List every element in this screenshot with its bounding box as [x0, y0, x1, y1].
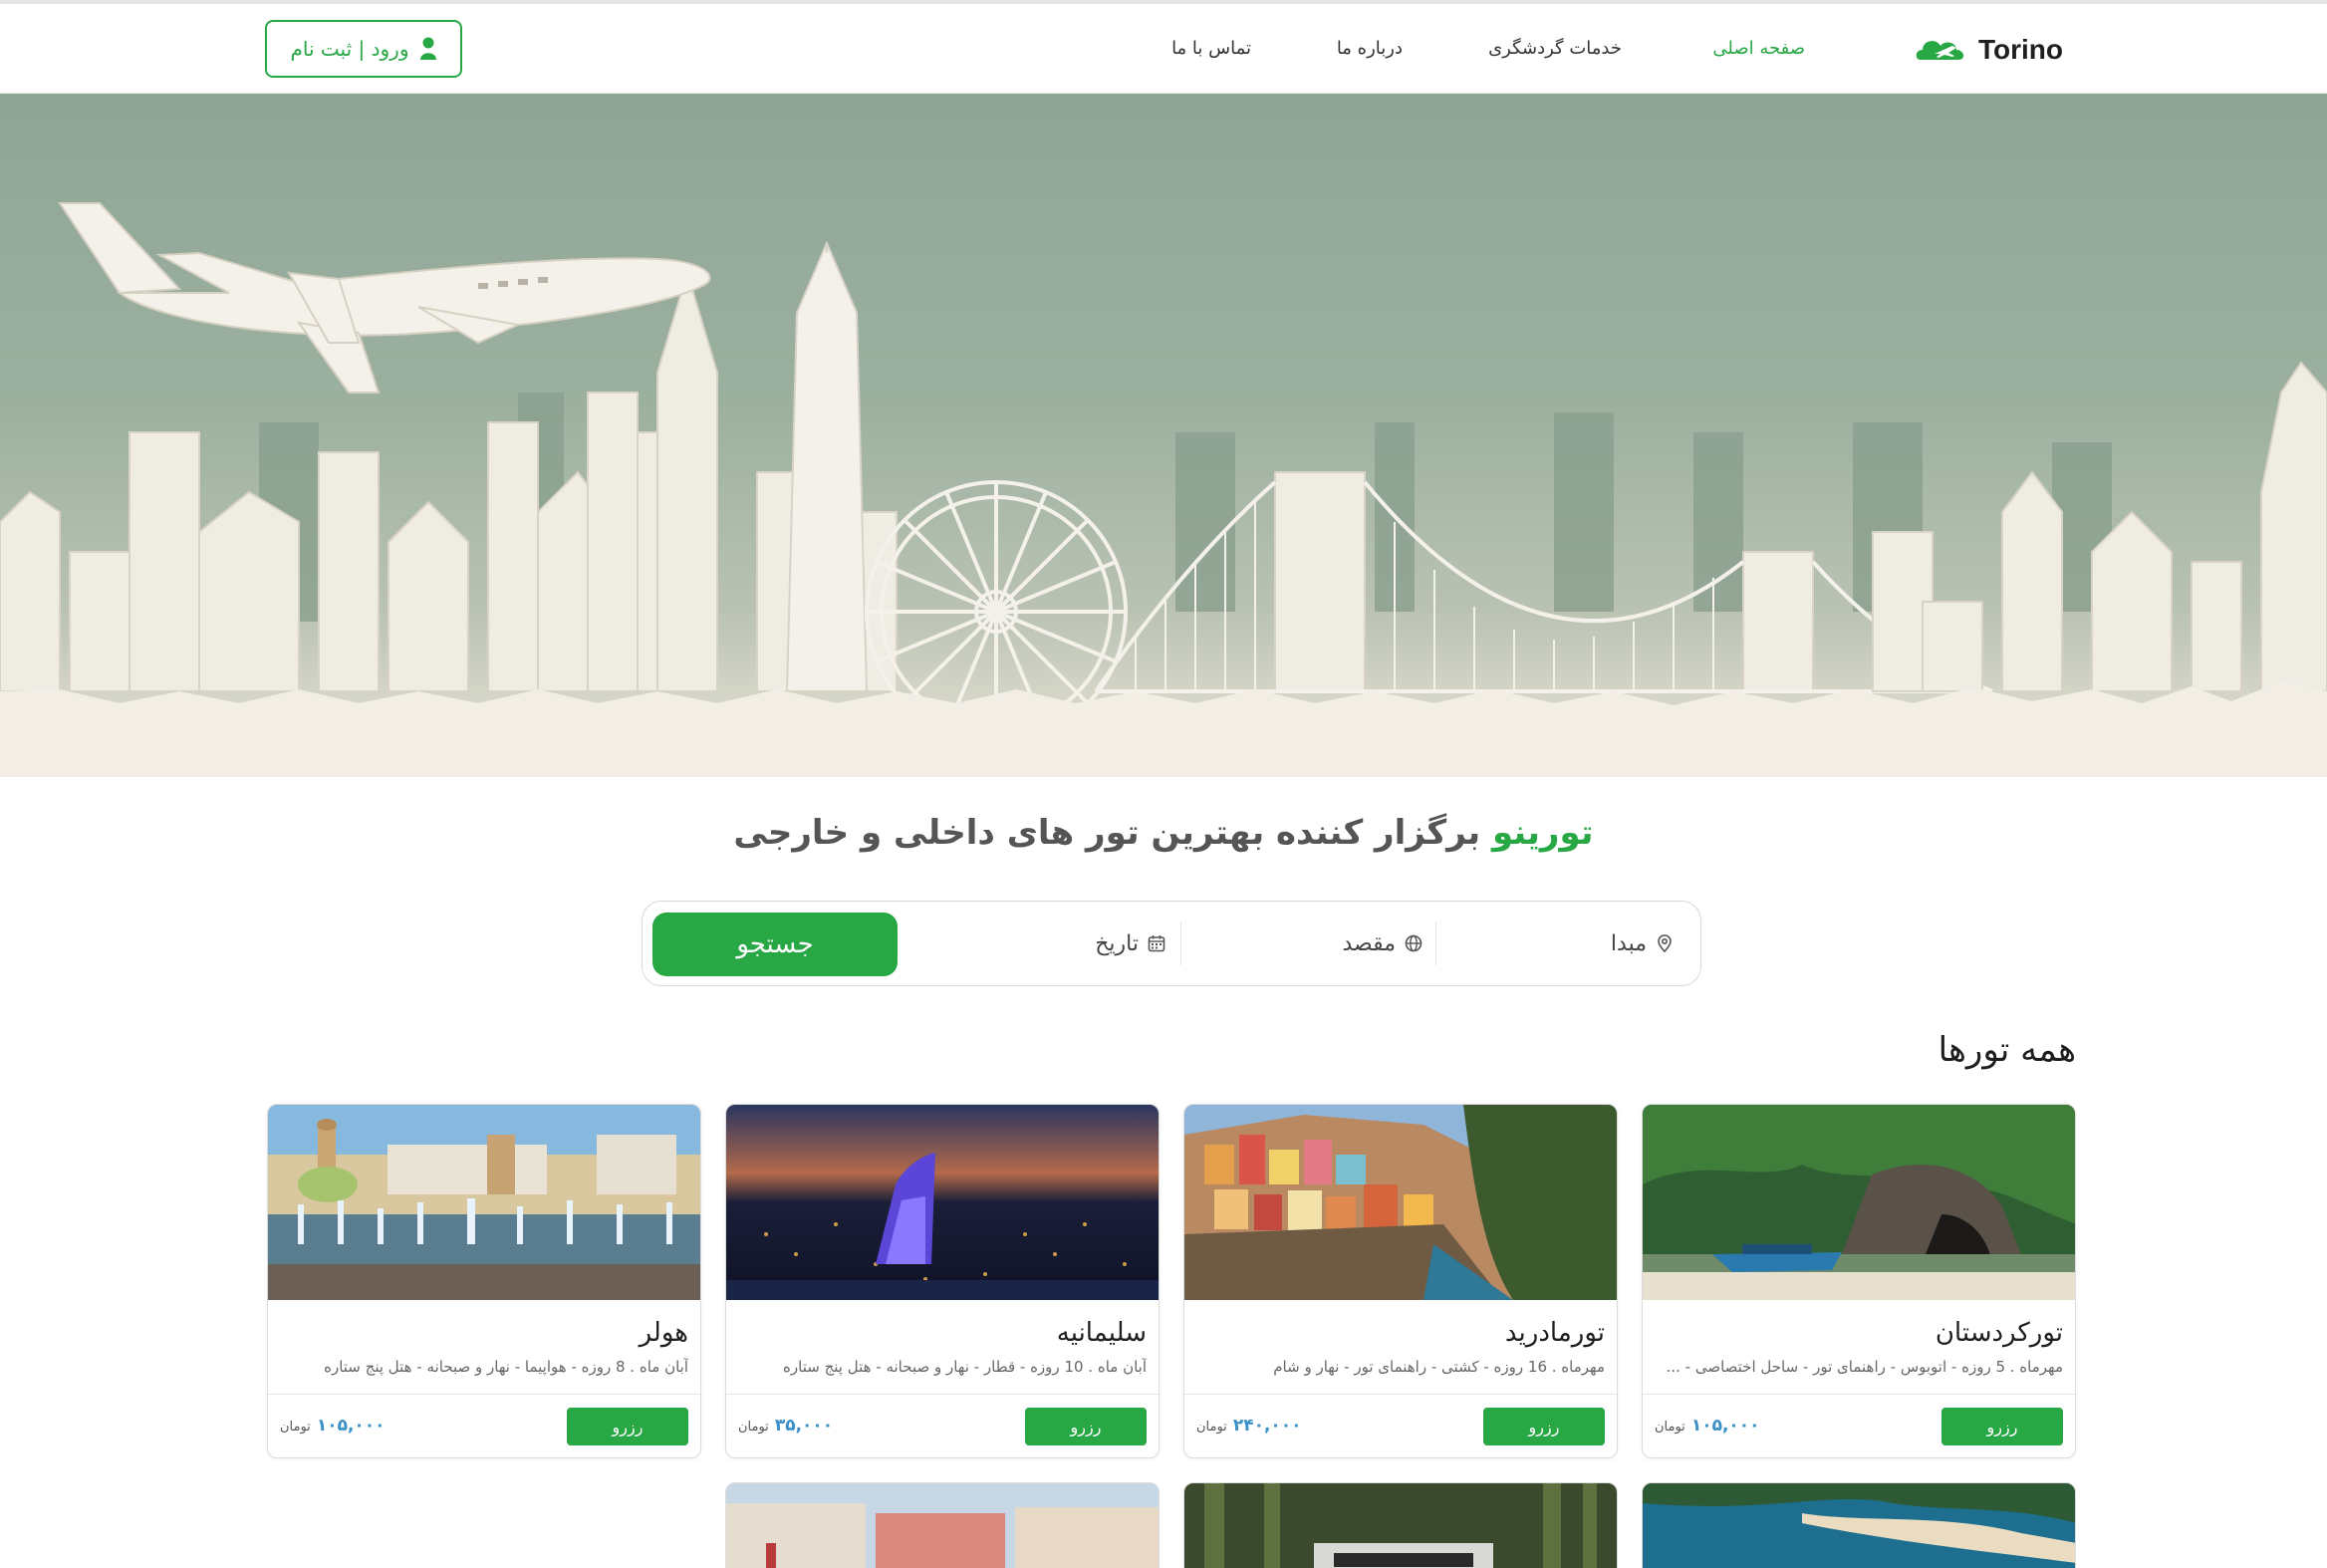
tour-image — [268, 1105, 700, 1300]
price-amount: ۲۴۰,۰۰۰ — [1232, 1416, 1302, 1436]
location-pin-icon — [1655, 933, 1675, 953]
price-amount: ۳۵,۰۰۰ — [774, 1416, 834, 1436]
price-currency: تومان — [1655, 1420, 1685, 1435]
tour-description: آبان ماه . 8 روزه - هواپیما - نهار و صبح… — [324, 1358, 688, 1376]
price-currency: تومان — [738, 1420, 769, 1435]
tour-card[interactable]: هولر آبان ماه . 8 روزه - هواپیما - نهار … — [267, 1104, 701, 1458]
page-headline: تورینو برگزار کننده بهترین تور های داخلی… — [0, 813, 2327, 853]
tour-title: تورمادرید — [1504, 1318, 1605, 1348]
date-label: تاریخ — [1095, 930, 1139, 956]
tour-title: تورکردستان — [1935, 1318, 2063, 1348]
tour-description: آبان ماه . 10 روزه - قطار - نهار و صبحان… — [783, 1358, 1147, 1376]
nav-services[interactable]: خدمات گردشگری — [1488, 38, 1622, 59]
search-button[interactable]: جستجو — [652, 913, 898, 976]
tour-price: ۲۴۰,۰۰۰ تومان — [1196, 1416, 1302, 1436]
tour-image — [1643, 1483, 2075, 1568]
tour-card[interactable] — [725, 1482, 1160, 1568]
nav-home[interactable]: صفحه اصلی — [1712, 38, 1805, 59]
price-amount: ۱۰۵,۰۰۰ — [1690, 1416, 1760, 1436]
origin-label: مبدا — [1610, 930, 1647, 956]
tour-price: ۱۰۵,۰۰۰ تومان — [1655, 1416, 1760, 1436]
tour-search-bar: مبدا مقصد تاریخ جستجو — [642, 901, 1701, 986]
price-currency: تومان — [1196, 1420, 1227, 1435]
globe-icon — [1404, 933, 1423, 953]
hero-banner — [0, 94, 2327, 777]
tour-card[interactable]: سلیمانیه آبان ماه . 10 روزه - قطار - نها… — [725, 1104, 1160, 1458]
tour-image — [726, 1483, 1159, 1568]
logo-text: Torino — [1978, 34, 2064, 65]
site-header: Torino صفحه اصلی خدمات گردشگری درباره ما… — [0, 4, 2327, 94]
reserve-button[interactable]: رزرو — [1483, 1408, 1605, 1445]
headline-brand: تورینو — [1491, 813, 1594, 853]
calendar-icon — [1147, 933, 1166, 953]
tour-description: مهرماه . 5 روزه - اتوبوس - راهنمای تور -… — [1666, 1358, 2063, 1376]
nav-about[interactable]: درباره ما — [1337, 38, 1403, 59]
search-divider — [1435, 921, 1436, 965]
card-divider — [726, 1394, 1159, 1395]
logo[interactable]: Torino — [1913, 28, 2063, 72]
destination-label: مقصد — [1342, 930, 1396, 956]
plane-cloud-icon — [1913, 30, 1972, 70]
card-divider — [1643, 1394, 2075, 1395]
price-currency: تومان — [280, 1420, 311, 1435]
tour-image — [726, 1105, 1159, 1300]
tour-description: مهرماه . 16 روزه - کشتی - راهنمای تور - … — [1273, 1358, 1605, 1376]
price-amount: ۱۰۵,۰۰۰ — [316, 1416, 386, 1436]
destination-field[interactable]: مقصد — [1342, 921, 1423, 965]
tour-title: هولر — [639, 1318, 688, 1348]
reserve-button[interactable]: رزرو — [1941, 1408, 2063, 1445]
date-field[interactable]: تاریخ — [1095, 921, 1166, 965]
tour-price: ۳۵,۰۰۰ تومان — [738, 1416, 833, 1436]
login-register-button[interactable]: ورود | ثبت نام — [265, 20, 462, 78]
headline-text: برگزار کننده بهترین تور های داخلی و خارج… — [733, 813, 1492, 853]
tour-card[interactable] — [1183, 1482, 1618, 1568]
tour-card[interactable] — [1642, 1482, 2076, 1568]
tour-image — [1184, 1105, 1617, 1300]
reserve-button[interactable]: رزرو — [1025, 1408, 1147, 1445]
reserve-button[interactable]: رزرو — [567, 1408, 688, 1445]
login-register-label: ورود | ثبت نام — [290, 37, 409, 61]
origin-field[interactable]: مبدا — [1611, 921, 1675, 965]
card-divider — [1184, 1394, 1617, 1395]
search-divider — [1180, 921, 1181, 965]
tour-image — [1643, 1105, 2075, 1300]
tour-card[interactable]: تورمادرید مهرماه . 16 روزه - کشتی - راهن… — [1183, 1104, 1618, 1458]
nav-contact[interactable]: تماس با ما — [1171, 38, 1251, 59]
section-title: همه تورها — [1938, 1030, 2076, 1070]
card-divider — [268, 1394, 700, 1395]
tour-title: سلیمانیه — [1056, 1318, 1147, 1348]
user-icon — [419, 37, 437, 61]
tour-price: ۱۰۵,۰۰۰ تومان — [280, 1416, 386, 1436]
tour-card[interactable]: تورکردستان مهرماه . 5 روزه - اتوبوس - را… — [1642, 1104, 2076, 1458]
tour-image — [1184, 1483, 1617, 1568]
skyline-illustration — [0, 202, 2327, 777]
